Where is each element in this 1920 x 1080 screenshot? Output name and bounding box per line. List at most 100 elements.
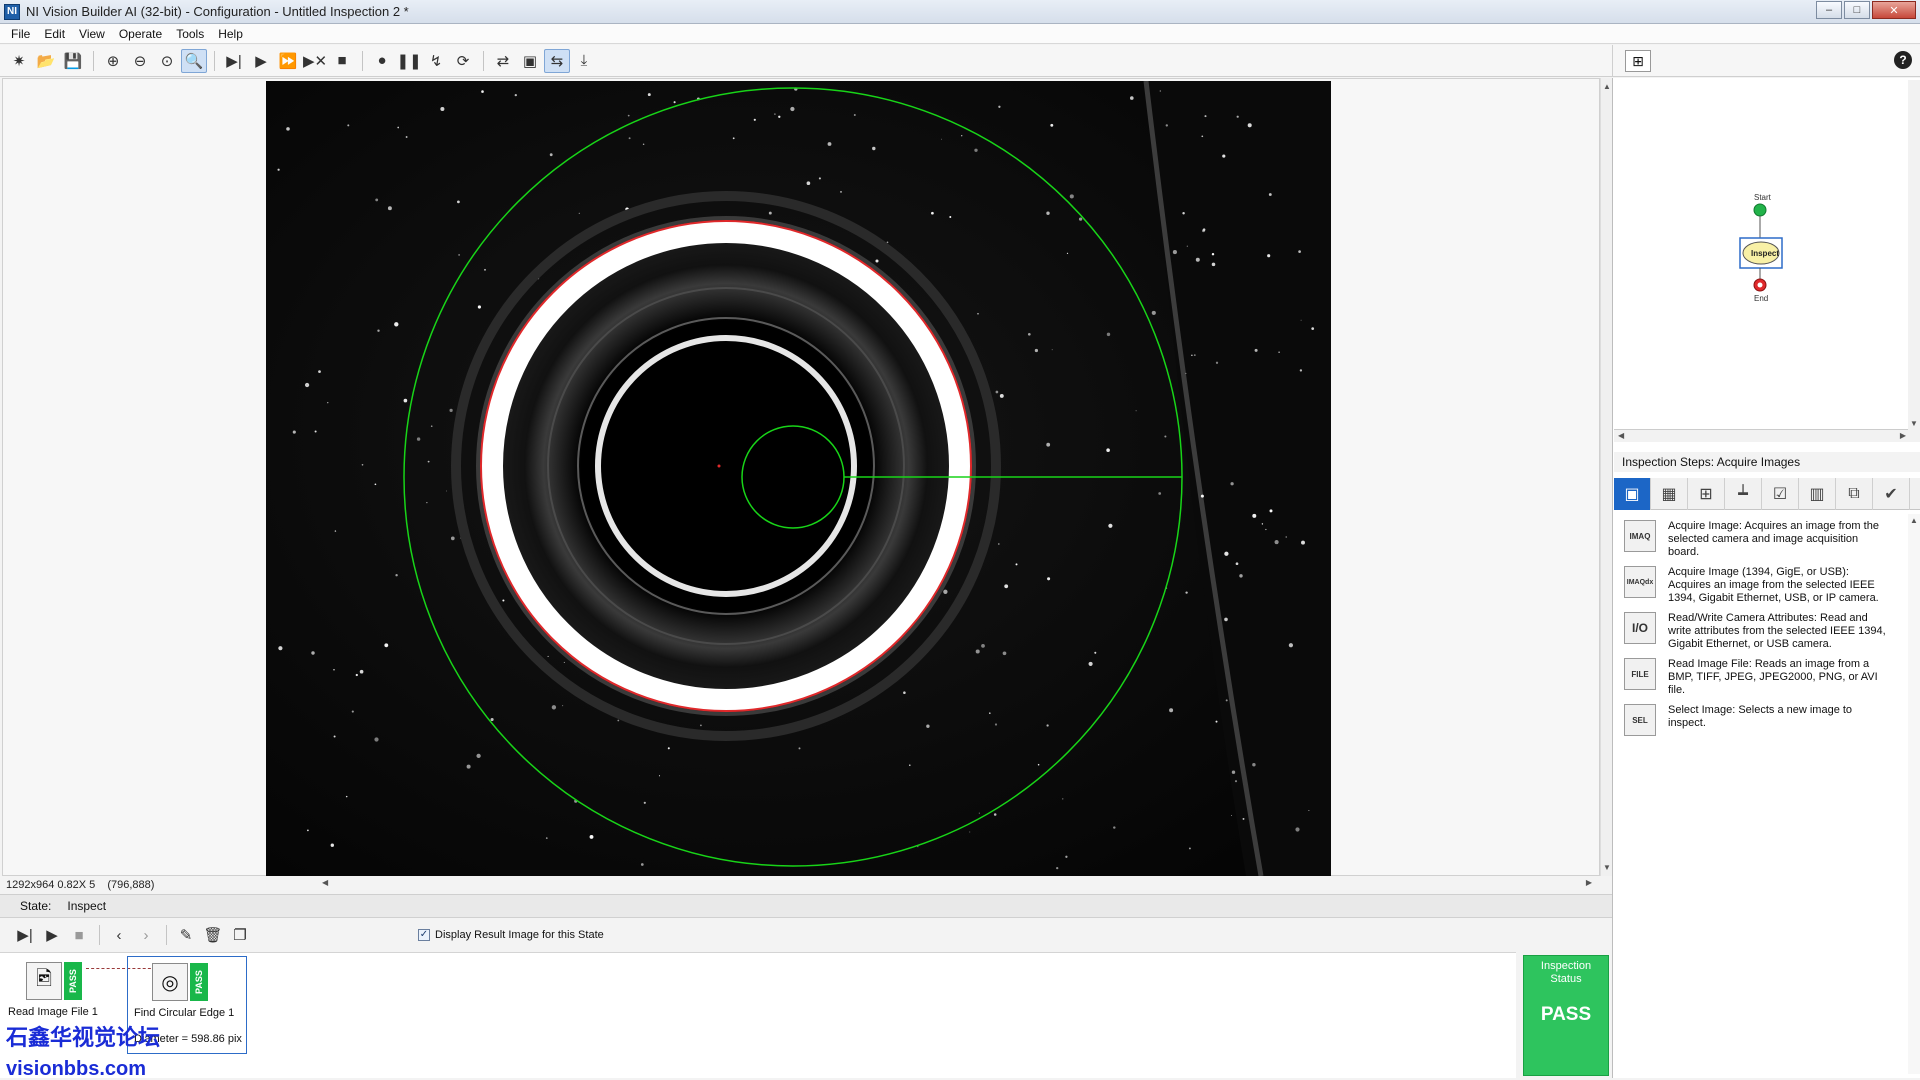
speckle xyxy=(628,137,631,140)
app-icon: NI xyxy=(4,3,20,20)
speckle xyxy=(768,211,772,215)
tab-use-additional-tools-icon[interactable]: ✔ xyxy=(1873,478,1910,510)
image-view-icon[interactable]: ▣ xyxy=(517,49,543,73)
help-icon[interactable]: ? xyxy=(1894,51,1912,69)
state-diagram-icon[interactable]: ⊞ xyxy=(1625,50,1651,72)
viewer-vertical-scrollbar[interactable]: ▲ ▼ xyxy=(1600,78,1612,876)
run-step-icon[interactable]: ▶| xyxy=(221,49,247,73)
display-result-checkbox[interactable]: ✓ Display Result Image for this State xyxy=(418,929,604,941)
lib-item-acquire-image-1394[interactable]: IMAQdx Acquire Image (1394, GigE, or USB… xyxy=(1624,566,1904,610)
zoom-out-icon[interactable]: ⊖ xyxy=(127,49,153,73)
speckle xyxy=(1222,154,1226,158)
checkbox-icon[interactable]: ✓ xyxy=(418,929,430,941)
delete-step-icon[interactable]: 🗑 xyxy=(200,923,226,947)
scroll-left-icon[interactable]: ◀ xyxy=(1618,431,1624,440)
step-into-icon[interactable]: ↯ xyxy=(423,49,449,73)
speckle xyxy=(642,143,645,146)
speckle xyxy=(405,136,408,138)
zoom-window-icon[interactable]: 🔍 xyxy=(181,48,207,73)
state-diagram-horizontal-scrollbar[interactable]: ◀ ▶ xyxy=(1614,430,1920,442)
speckle xyxy=(1269,509,1273,513)
stop-icon[interactable]: ■ xyxy=(66,923,92,947)
speckle xyxy=(778,115,781,118)
inspection-image[interactable] xyxy=(266,81,1331,876)
speckle xyxy=(430,425,433,428)
copy-step-icon[interactable]: ❐ xyxy=(227,923,253,947)
tab-communicate-icon[interactable]: ⧉ xyxy=(1836,478,1873,510)
scroll-down-icon[interactable]: ▼ xyxy=(1910,419,1918,428)
run-x-icon[interactable]: ▶✕ xyxy=(302,49,328,73)
speckle xyxy=(981,644,985,648)
image-compare-icon[interactable]: ⇄ xyxy=(490,49,516,73)
menu-help[interactable]: Help xyxy=(211,27,250,41)
previous-icon[interactable]: ‹ xyxy=(106,923,132,947)
tab-identify-parts-icon[interactable]: ▥ xyxy=(1799,478,1836,510)
speckle xyxy=(806,181,811,186)
tab-measure-features-icon[interactable]: ┷ xyxy=(1725,478,1762,510)
state-diagram-vertical-scrollbar[interactable]: ▼ xyxy=(1908,80,1920,430)
pause-icon[interactable]: ❚❚ xyxy=(396,49,422,73)
viewer-horizontal-scrollbar[interactable]: ◀ ▶ xyxy=(322,878,1592,890)
lib-item-acquire-image[interactable]: IMAQ Acquire Image: Acquires an image fr… xyxy=(1624,520,1904,564)
speckle xyxy=(286,127,290,131)
scroll-right-icon[interactable]: ▶ xyxy=(1586,878,1592,887)
scroll-up-icon[interactable]: ▲ xyxy=(1603,82,1611,91)
speckle xyxy=(1265,528,1267,531)
refresh-icon[interactable]: ⟳ xyxy=(450,49,476,73)
speckle xyxy=(426,502,428,504)
speckle xyxy=(1300,319,1302,321)
maximize-icon[interactable]: □ xyxy=(1844,1,1870,19)
tab-enhance-images-icon[interactable]: ▦ xyxy=(1651,478,1688,510)
window-title: NI Vision Builder AI (32-bit) - Configur… xyxy=(26,4,409,19)
run-step-icon[interactable]: ▶| xyxy=(12,923,38,947)
lib-item-select-image[interactable]: SEL Select Image: Selects a new image to… xyxy=(1624,704,1904,748)
speckle xyxy=(1034,348,1039,353)
speckle xyxy=(998,105,1001,108)
image-export-icon[interactable]: ⤓ xyxy=(571,49,597,73)
save-icon[interactable]: 💾 xyxy=(60,49,86,73)
speckle xyxy=(1204,115,1207,118)
speckle xyxy=(589,834,594,839)
speckle xyxy=(351,710,354,713)
tab-check-presence-icon[interactable]: ☑ xyxy=(1762,478,1799,510)
menu-edit[interactable]: Edit xyxy=(37,27,72,41)
inspection-image-canvas[interactable] xyxy=(266,81,1331,876)
state-diagram[interactable]: Start Inspect End xyxy=(1614,80,1908,430)
menu-tools[interactable]: Tools xyxy=(169,27,211,41)
scroll-left-icon[interactable]: ◀ xyxy=(322,878,328,887)
tab-acquire-images-icon[interactable]: ▣ xyxy=(1614,478,1651,510)
scroll-right-icon[interactable]: ▶ xyxy=(1900,431,1906,440)
speckle xyxy=(563,661,565,663)
run-loop-icon[interactable]: ⏩ xyxy=(275,49,301,73)
lib-item-camera-attributes[interactable]: I/O Read/Write Camera Attributes: Read a… xyxy=(1624,612,1904,656)
scroll-down-icon[interactable]: ▼ xyxy=(1603,863,1611,872)
lib-item-read-image-file[interactable]: FILE Read Image File: Reads an image fro… xyxy=(1624,658,1904,702)
zoom-in-icon[interactable]: ⊕ xyxy=(100,49,126,73)
menu-file[interactable]: File xyxy=(4,27,37,41)
speckle xyxy=(377,329,380,332)
speckle xyxy=(1065,855,1068,858)
close-icon[interactable]: ✕ xyxy=(1872,1,1916,19)
speckle xyxy=(449,408,453,413)
speckle xyxy=(798,747,801,750)
next-icon[interactable]: › xyxy=(133,923,159,947)
minimize-icon[interactable]: – xyxy=(1816,1,1842,19)
speckle xyxy=(1088,661,1093,666)
open-icon[interactable]: 📂 xyxy=(33,49,59,73)
scroll-up-icon[interactable]: ▲ xyxy=(1910,516,1918,525)
image-overlay-icon[interactable]: ⇆ xyxy=(544,48,570,73)
run-icon[interactable]: ▶ xyxy=(248,49,274,73)
menu-view[interactable]: View xyxy=(72,27,112,41)
start-node[interactable] xyxy=(1753,203,1767,217)
zoom-fit-icon[interactable]: ⊙ xyxy=(154,49,180,73)
tab-locate-features-icon[interactable]: ⊞ xyxy=(1688,478,1725,510)
new-icon[interactable]: ✷ xyxy=(6,49,32,73)
lib-item-text: Acquire Image (1394, GigE, or USB): Acqu… xyxy=(1668,566,1879,604)
steps-palette-scrollbar[interactable]: ▲ xyxy=(1908,514,1920,1074)
speckle xyxy=(1062,798,1064,800)
edit-step-icon[interactable]: ✎ xyxy=(173,923,199,947)
run-icon[interactable]: ▶ xyxy=(39,923,65,947)
breakpoint-icon[interactable]: ● xyxy=(369,49,395,73)
menu-operate[interactable]: Operate xyxy=(112,27,169,41)
stop-icon[interactable]: ■ xyxy=(329,49,355,73)
